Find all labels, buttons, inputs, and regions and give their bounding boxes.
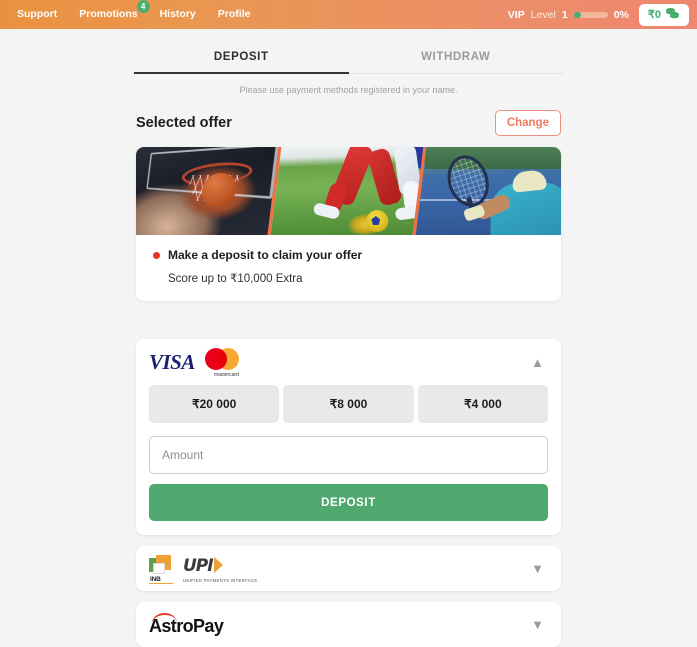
- tab-withdraw[interactable]: WITHDRAW: [349, 43, 564, 73]
- tab-label: WITHDRAW: [421, 51, 491, 63]
- tab-label: DEPOSIT: [213, 51, 269, 63]
- visa-icon: VISA: [149, 349, 195, 374]
- main-content: Selected offer Change Make a deposit to …: [136, 109, 561, 647]
- vip-level-value: 1: [561, 8, 568, 21]
- upi-icon: UPI UNIFIED PAYMENTS INTERFACE: [183, 555, 258, 583]
- chevron-down-icon[interactable]: ▼: [527, 562, 548, 575]
- banner-panel-basketball: [136, 147, 279, 235]
- nav-label: Profile: [217, 8, 251, 20]
- payment-method-astropay: AstroPay ▼: [136, 602, 561, 647]
- payment-method-astropay-header[interactable]: AstroPay ▼: [149, 602, 548, 647]
- inb-label: INB: [150, 575, 161, 583]
- payment-method-card-header[interactable]: VISA mastercard ▲: [149, 339, 548, 385]
- payment-notice: Please use payment methods registered in…: [239, 85, 458, 95]
- vip-progress-bar: [573, 11, 608, 18]
- upi-logos: INB UPI UNIFIED PAYMENTS INTERFACE: [149, 554, 258, 584]
- nav-label: Promotions: [79, 8, 138, 20]
- mastercard-icon: mastercard: [204, 347, 249, 378]
- vip-progress-percent: 0%: [613, 8, 629, 21]
- offer-card[interactable]: Make a deposit to claim your offer Score…: [136, 147, 561, 301]
- vip-status[interactable]: VIP Level 1 0%: [508, 9, 629, 21]
- balance-chip[interactable]: ₹0: [638, 3, 689, 26]
- deposit-submit-button[interactable]: DEPOSIT: [149, 484, 548, 521]
- offer-card-body: Make a deposit to claim your offer Score…: [136, 235, 561, 301]
- quick-amount-chip[interactable]: ₹8 000: [283, 385, 414, 423]
- vip-level-label: Level: [530, 8, 556, 21]
- astropay-icon: AstroPay: [149, 611, 224, 637]
- offer-subtitle: Score up to ₹10,000 Extra: [168, 273, 303, 285]
- nav-item-history[interactable]: History: [149, 0, 207, 29]
- upi-caption: UNIFIED PAYMENTS INTERFACE: [183, 577, 258, 583]
- offer-title-row: Make a deposit to claim your offer: [153, 248, 546, 262]
- offer-title: Make a deposit to claim your offer: [168, 248, 363, 262]
- status-dot-icon: [153, 251, 160, 259]
- nav-label: History: [159, 8, 196, 20]
- amount-input[interactable]: [149, 436, 548, 474]
- mastercard-caption: mastercard: [213, 372, 239, 378]
- quick-amount-chips: ₹20 000 ₹8 000 ₹4 000: [149, 385, 548, 425]
- quick-amount-chip[interactable]: ₹4 000: [417, 385, 548, 423]
- change-offer-button[interactable]: Change: [494, 110, 561, 136]
- selected-offer-header: Selected offer Change: [136, 109, 561, 137]
- chevron-down-icon[interactable]: ▼: [527, 618, 548, 631]
- active-tab-indicator: [134, 72, 349, 74]
- nav-item-profile[interactable]: Profile: [207, 0, 262, 29]
- payment-method-card: VISA mastercard ▲ ₹20 000 ₹8 000 ₹4 000 …: [136, 339, 561, 535]
- chevron-up-icon[interactable]: ▲: [527, 356, 548, 369]
- header-right-group: VIP Level 1 0% ₹0: [508, 3, 689, 26]
- vip-prefix: VIP: [507, 8, 525, 21]
- card-logos: VISA mastercard: [149, 347, 249, 378]
- coins-stack-icon: [665, 6, 680, 24]
- main-nav: Support Promotions 4 History Profile: [6, 0, 261, 29]
- quick-amount-chip[interactable]: ₹20 000: [149, 385, 280, 423]
- deposit-withdraw-tabs: DEPOSIT WITHDRAW: [134, 43, 563, 74]
- nav-label: Support: [17, 8, 58, 20]
- banner-panel-football: [267, 147, 427, 235]
- payment-method-upi-header[interactable]: INB UPI UNIFIED PAYMENTS INTERFACE ▼: [149, 546, 548, 591]
- nav-item-promotions[interactable]: Promotions 4: [68, 0, 150, 29]
- balance-amount: ₹0: [647, 9, 661, 21]
- inb-netbanking-icon: INB: [149, 554, 175, 584]
- payment-method-upi: INB UPI UNIFIED PAYMENTS INTERFACE ▼: [136, 546, 561, 591]
- offer-banner-image: [136, 147, 561, 235]
- tab-deposit[interactable]: DEPOSIT: [134, 43, 349, 73]
- top-header: Support Promotions 4 History Profile VIP…: [0, 0, 697, 29]
- banner-panel-tennis: [412, 147, 561, 235]
- page-title: Selected offer: [136, 115, 232, 131]
- nav-item-support[interactable]: Support: [6, 0, 68, 29]
- upi-label: UPI: [183, 555, 214, 576]
